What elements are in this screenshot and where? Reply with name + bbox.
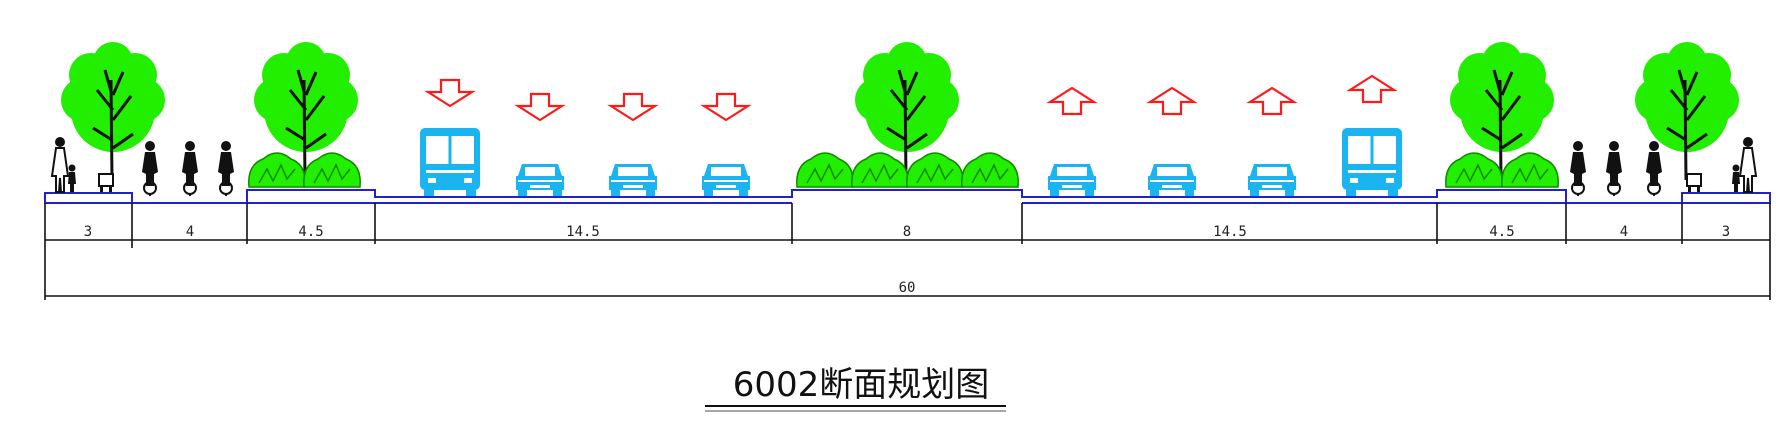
dim-label-green-left: 4.5 bbox=[298, 224, 323, 240]
car-icon bbox=[1248, 164, 1296, 196]
road-profile bbox=[44, 189, 1771, 204]
dimension-labels: 3 4 4.5 14.5 8 14.5 4.5 4 3 60 bbox=[84, 224, 1730, 296]
right-sidewalk-slab bbox=[1681, 192, 1771, 204]
dim-label-bike-left: 4 bbox=[186, 224, 194, 240]
dim-label-median: 8 bbox=[903, 224, 911, 240]
cyclist-icon bbox=[1645, 140, 1663, 197]
pedestrian-icon bbox=[51, 136, 69, 193]
bench-icon bbox=[98, 173, 114, 193]
direction-arrow-up-icon bbox=[1148, 86, 1196, 116]
direction-arrow-down-icon bbox=[516, 92, 564, 122]
car-icon bbox=[1048, 164, 1096, 196]
dim-label-carriageway-left: 14.5 bbox=[566, 224, 600, 240]
dim-label-bike-right: 4 bbox=[1620, 224, 1628, 240]
shrub-icon bbox=[303, 152, 361, 188]
direction-arrow-down-icon bbox=[426, 78, 474, 108]
dim-label-green-right: 4.5 bbox=[1489, 224, 1514, 240]
car-icon bbox=[516, 164, 564, 196]
title-block: 6002断面规划图 bbox=[705, 365, 1006, 412]
diagram-title: 6002断面规划图 bbox=[733, 365, 990, 405]
shrub-icon bbox=[1445, 152, 1503, 188]
shrub-icon bbox=[796, 152, 854, 188]
dim-label-sidewalk-right: 3 bbox=[1722, 224, 1730, 240]
profile-line bbox=[45, 189, 1770, 204]
bus-icon bbox=[418, 126, 482, 198]
road-cross-section-diagram: 3 4 4.5 14.5 8 14.5 4.5 4 3 60 6002断面规划图 bbox=[44, 40, 1771, 412]
cyclist-icon bbox=[1569, 140, 1587, 197]
shrub-icon bbox=[1501, 152, 1559, 188]
left-sidewalk-slab bbox=[44, 192, 133, 204]
dim-label-sidewalk-left: 3 bbox=[84, 224, 92, 240]
cyclist-icon bbox=[1605, 140, 1623, 197]
dim-label-total: 60 bbox=[899, 280, 916, 296]
cyclist-icon bbox=[181, 140, 199, 197]
direction-arrow-down-icon bbox=[609, 92, 657, 122]
car-icon bbox=[702, 164, 750, 196]
shrub-icon bbox=[248, 152, 306, 188]
direction-arrow-down-icon bbox=[702, 92, 750, 122]
cyclist-icon bbox=[141, 140, 159, 197]
direction-arrow-up-icon bbox=[1248, 86, 1296, 116]
child-pedestrian-icon bbox=[68, 164, 76, 192]
shrub-icon bbox=[851, 152, 909, 188]
shrub-icon bbox=[906, 152, 964, 188]
shrub-icon bbox=[961, 152, 1019, 188]
direction-arrow-up-icon bbox=[1048, 86, 1096, 116]
child-pedestrian-icon bbox=[1732, 164, 1740, 192]
direction-arrow-up-icon bbox=[1348, 74, 1396, 104]
car-icon bbox=[609, 164, 657, 196]
dim-label-carriageway-right: 14.5 bbox=[1213, 224, 1247, 240]
bus-icon bbox=[1340, 126, 1404, 198]
bench-icon bbox=[1686, 173, 1702, 193]
pedestrian-icon bbox=[1739, 136, 1757, 193]
cyclist-icon bbox=[217, 140, 235, 197]
car-icon bbox=[1148, 164, 1196, 196]
